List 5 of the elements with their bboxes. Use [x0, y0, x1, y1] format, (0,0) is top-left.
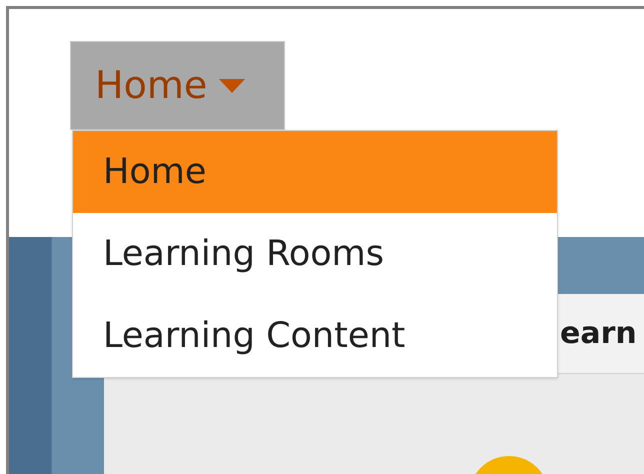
caret-icon [219, 78, 246, 92]
panel-title: earn [560, 315, 637, 353]
menu-item[interactable]: Learning Rooms [73, 213, 557, 295]
menu-item[interactable]: Learning Content [73, 295, 557, 377]
menu-item[interactable]: Home [73, 131, 557, 213]
